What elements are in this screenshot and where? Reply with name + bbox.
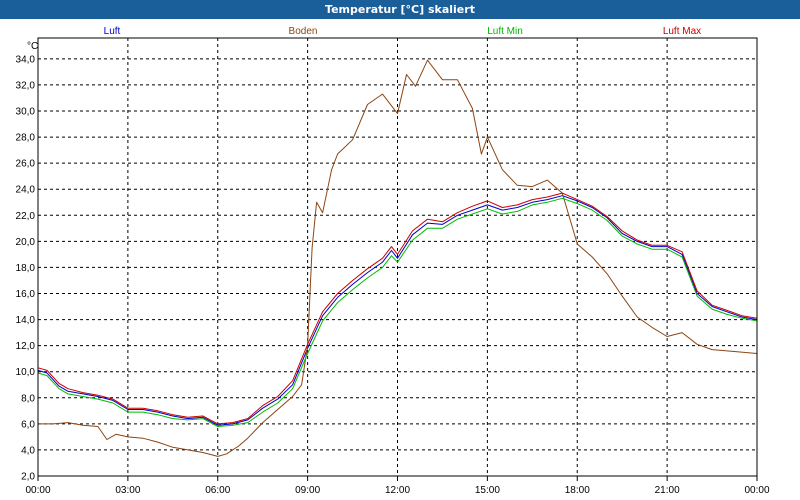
window-title: Temperatur [°C] skaliert [0, 0, 800, 19]
x-tick-time: 00:00 [25, 485, 50, 496]
y-tick-label: 16,0 [16, 289, 36, 300]
y-tick-label: 10,0 [16, 367, 36, 378]
legend-item-luft-min: Luft Min [487, 26, 523, 37]
y-tick-label: 4,0 [21, 445, 35, 456]
legend-item-luft-max: Luft Max [663, 26, 701, 37]
y-tick-label: 24,0 [16, 185, 36, 196]
y-tick-label: 26,0 [16, 159, 36, 170]
temperature-chart: Luft Boden Luft Min Luft Max 2,0 4,0 6,0 8,0 10… [0, 19, 800, 500]
y-tick-label: 30,0 [16, 107, 36, 118]
y-tick-label: 6,0 [21, 419, 35, 430]
chart-background [0, 19, 800, 500]
y-tick-label: 22,0 [16, 211, 36, 222]
y-axis-unit: °C [27, 41, 38, 52]
x-tick-time: 12:00 [385, 485, 410, 496]
y-tick-label: 8,0 [21, 393, 35, 404]
y-tick-label: 2,0 [21, 472, 35, 483]
y-tick-label: 14,0 [16, 315, 36, 326]
legend-item-boden: Boden [289, 26, 318, 37]
x-tick-time: 21:00 [655, 485, 680, 496]
y-tick-label: 18,0 [16, 263, 36, 274]
legend-item-luft: Luft [104, 26, 121, 37]
x-tick-time: 18:00 [565, 485, 590, 496]
y-tick-label: 34,0 [16, 54, 36, 65]
x-tick-time: 00:00 [744, 485, 769, 496]
x-tick-time: 06:00 [205, 485, 230, 496]
y-tick-label: 32,0 [16, 80, 36, 91]
y-tick-label: 20,0 [16, 237, 36, 248]
y-tick-label: 28,0 [16, 133, 36, 144]
x-tick-time: 15:00 [475, 485, 500, 496]
x-tick-time: 09:00 [295, 485, 320, 496]
y-tick-label: 12,0 [16, 341, 36, 352]
x-tick-time: 03:00 [115, 485, 140, 496]
